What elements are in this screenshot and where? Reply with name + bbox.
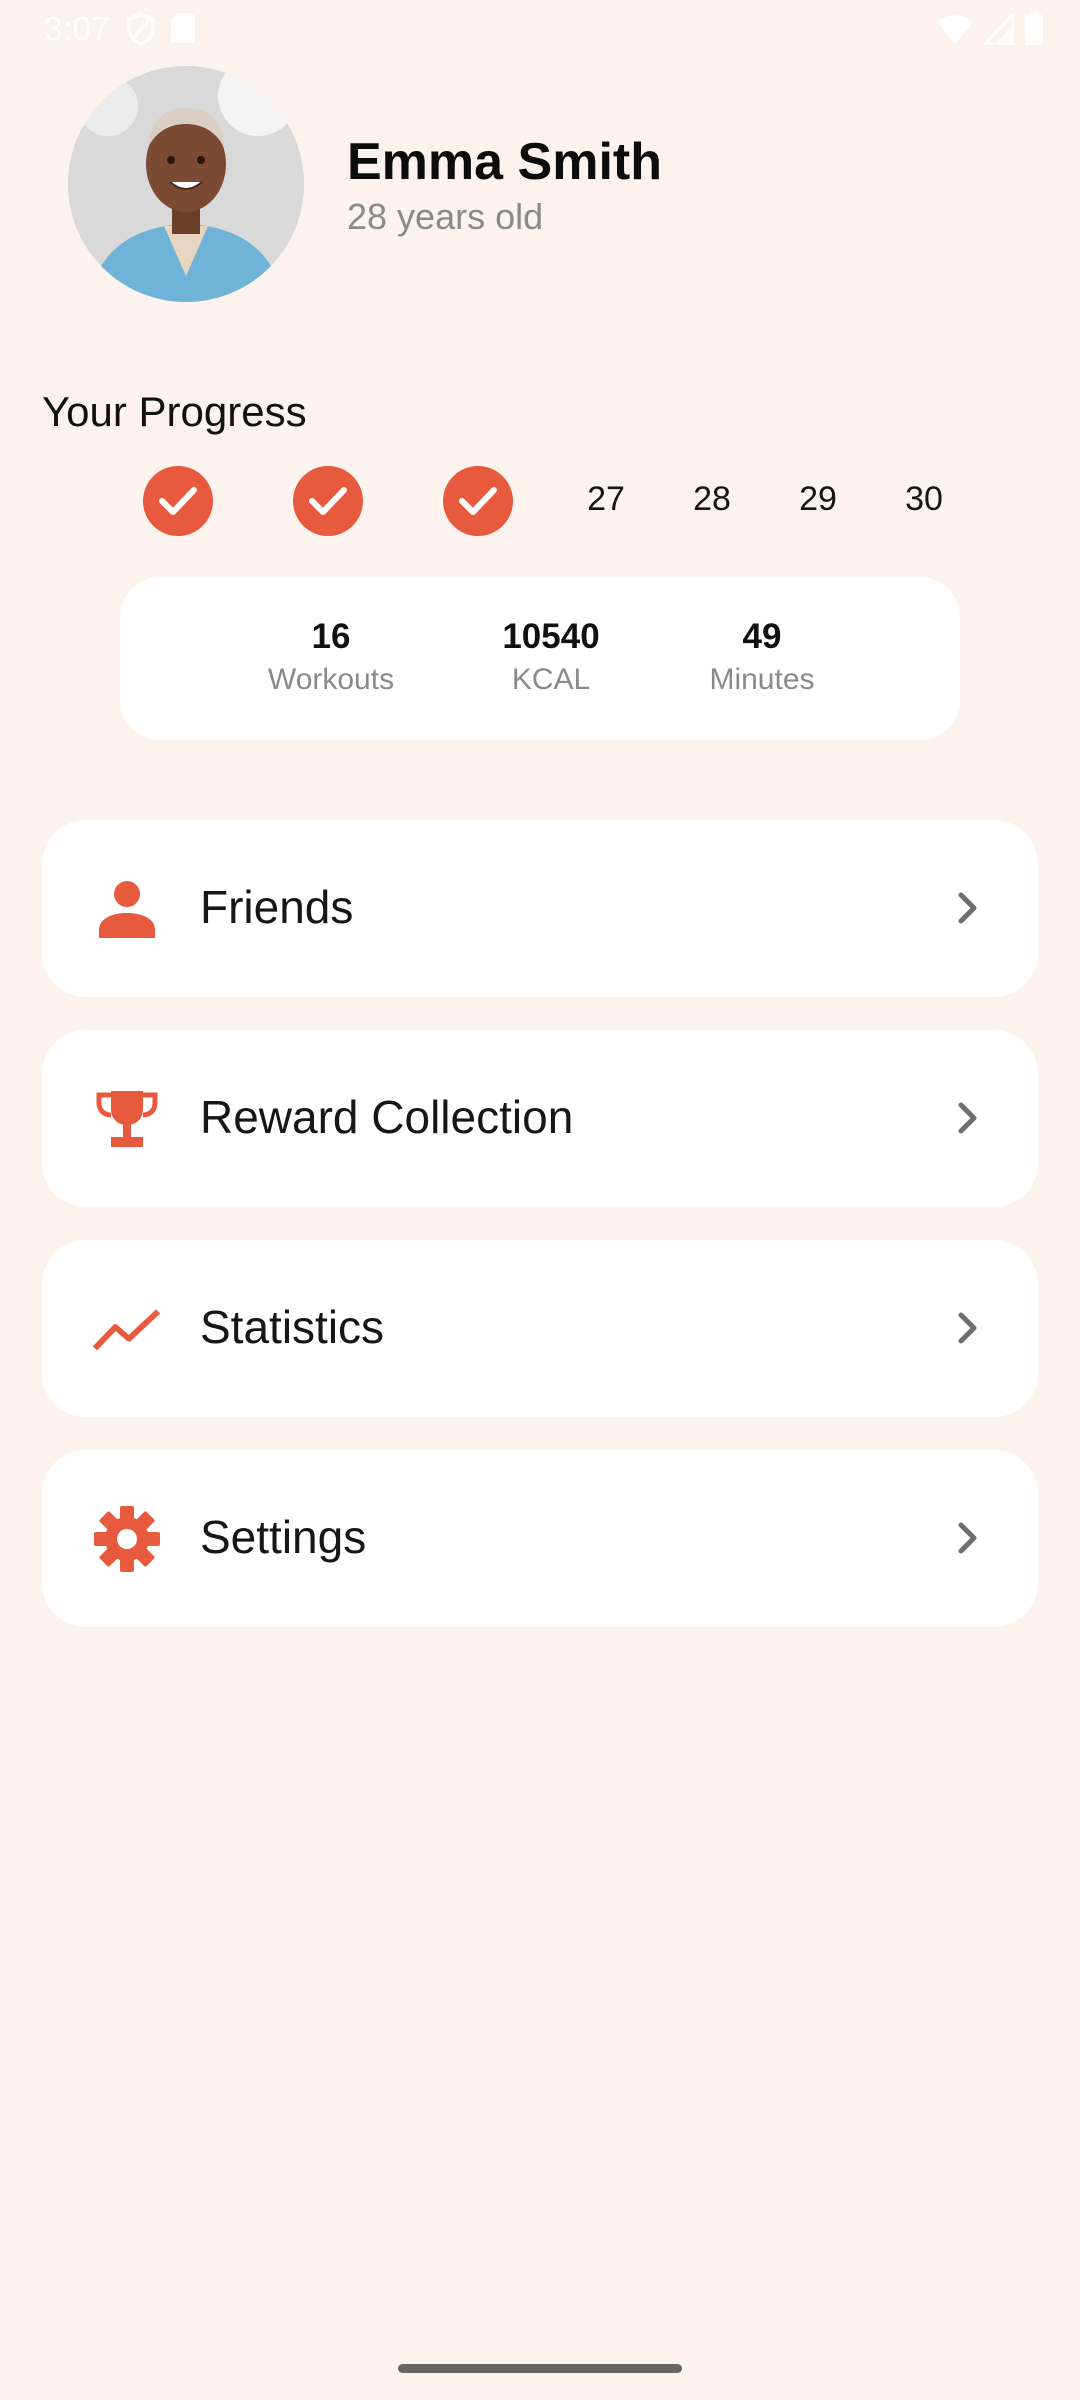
menu-item-friends[interactable]: Friends (42, 820, 1038, 997)
day-completed-check (143, 466, 213, 536)
avatar[interactable] (68, 66, 304, 302)
profile-name: Emma Smith (347, 133, 662, 191)
check-icon (309, 487, 347, 515)
menu-item-label: Friends (200, 881, 354, 933)
check-icon (159, 487, 197, 515)
menu-item-reward-collection[interactable]: Reward Collection (42, 1030, 1038, 1207)
stat-value: 16 (311, 617, 351, 656)
profile-screen: 3:07 Emma Smith 28 years old Your Progre… (0, 0, 1080, 2400)
wifi-icon (936, 13, 974, 50)
stat-label: Workouts (267, 663, 395, 696)
menu-item-label: Statistics (200, 1301, 385, 1353)
day-number: 29 (799, 480, 837, 518)
person-icon (92, 874, 162, 944)
day-completed-check (443, 466, 513, 536)
menu-item-statistics[interactable]: Statistics (42, 1240, 1038, 1417)
stats-card: 16 Workouts 10540 KCAL 49 Minutes (120, 577, 960, 740)
progress-title: Your Progress (42, 388, 307, 435)
trending-up-icon (92, 1294, 162, 1364)
stat-kcal: 10540 KCAL (441, 617, 661, 697)
progress-days: 27 28 29 30 (0, 466, 1080, 538)
stat-minutes: 49 Minutes (652, 617, 872, 697)
day-completed-check (293, 466, 363, 536)
trophy-icon (92, 1084, 162, 1154)
chevron-right-icon (950, 1308, 986, 1348)
stat-value: 49 (742, 617, 782, 656)
gear-icon (92, 1504, 162, 1574)
menu-item-label: Reward Collection (200, 1091, 574, 1143)
menu-item-label: Settings (200, 1511, 367, 1563)
menu-item-settings[interactable]: Settings (42, 1450, 1038, 1627)
profile-age: 28 years old (347, 196, 544, 237)
status-right-icons (936, 10, 1044, 51)
chevron-right-icon (950, 888, 986, 928)
chevron-right-icon (950, 1098, 986, 1138)
day-number: 30 (905, 480, 943, 518)
status-left-icons (126, 12, 196, 51)
stat-workouts: 16 Workouts (221, 617, 441, 697)
status-time: 3:07 (44, 10, 111, 47)
battery-icon (1024, 12, 1044, 51)
stat-label: Minutes (709, 663, 815, 696)
check-icon (459, 487, 497, 515)
sd-card-icon (170, 12, 196, 51)
stat-value: 10540 (502, 617, 600, 656)
shield-icon (126, 12, 156, 51)
status-bar: 3:07 (0, 0, 1080, 62)
stat-label: KCAL (511, 663, 591, 696)
home-indicator[interactable] (398, 2364, 682, 2373)
signal-icon (981, 10, 1015, 50)
chevron-right-icon (950, 1518, 986, 1558)
day-number: 27 (587, 480, 625, 518)
day-number: 28 (693, 480, 731, 518)
